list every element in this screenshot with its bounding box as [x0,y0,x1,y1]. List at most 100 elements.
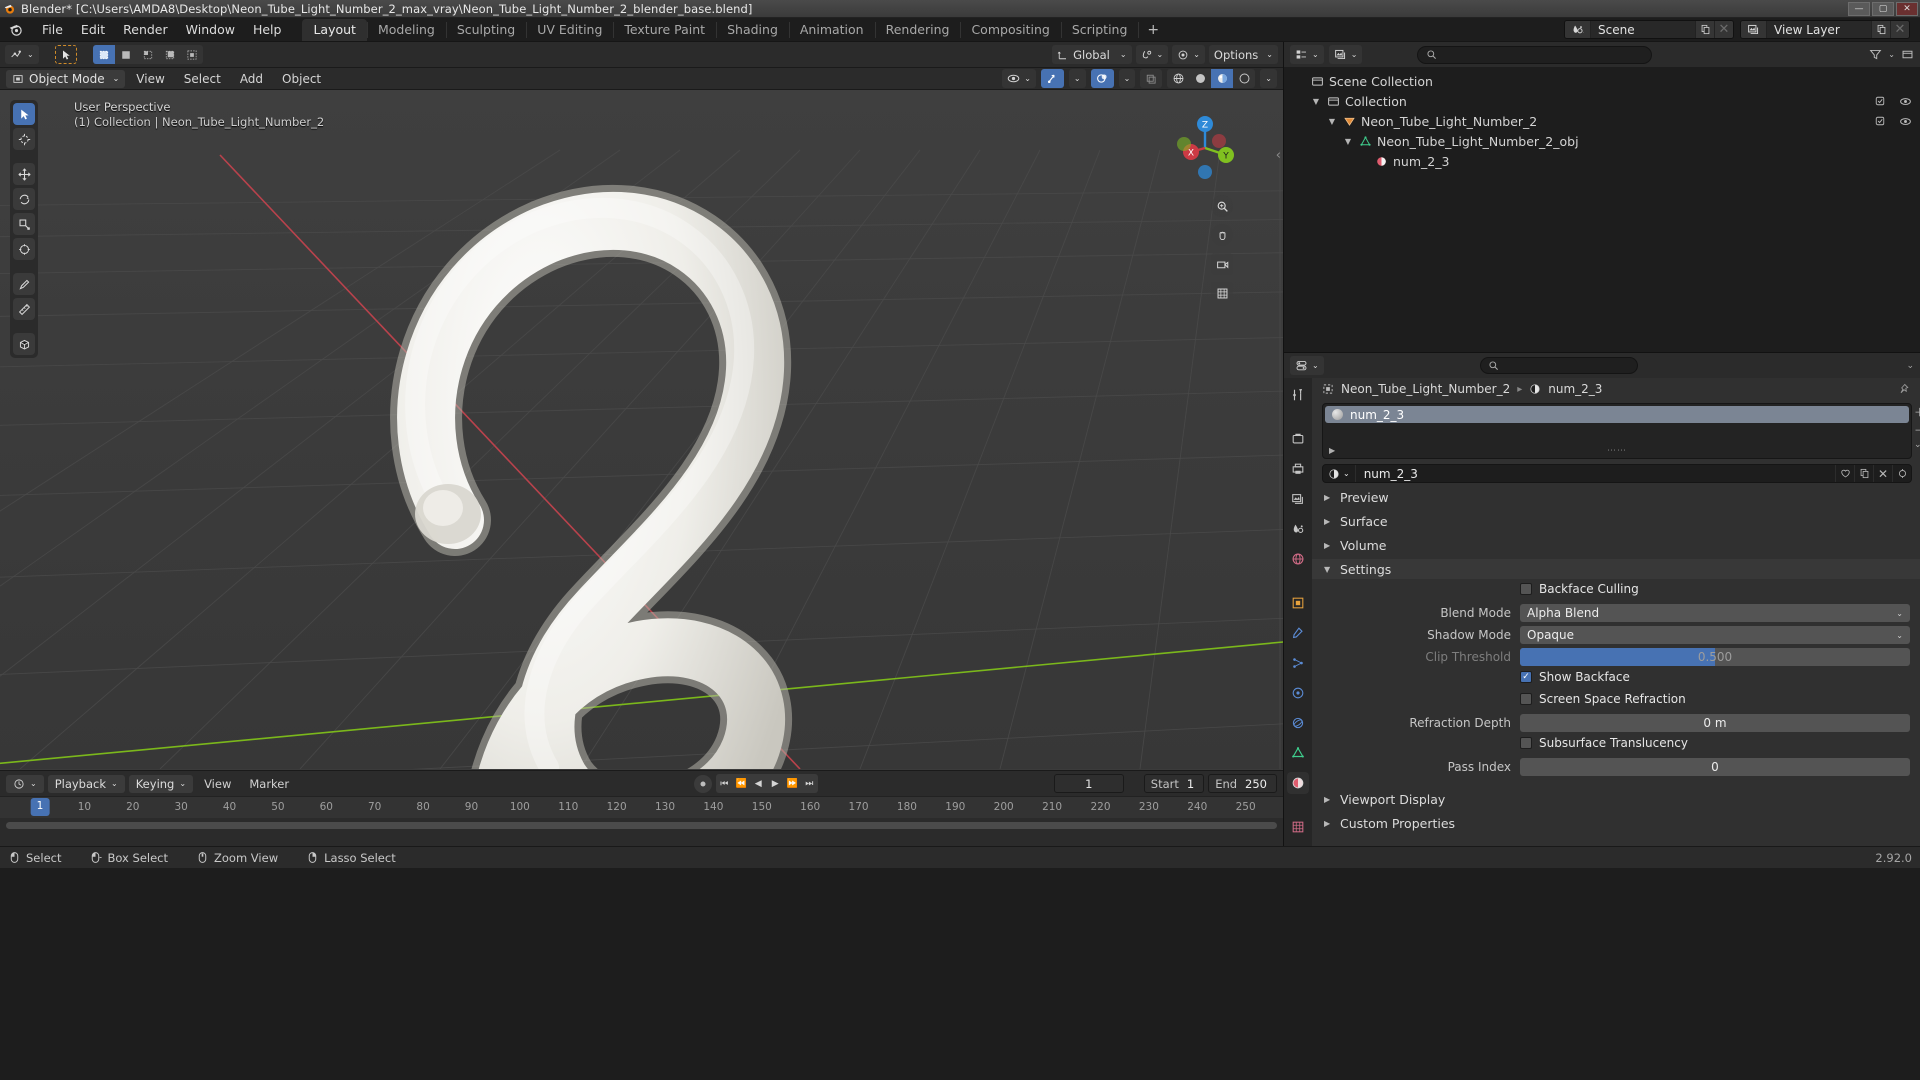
visibility-selector[interactable]: ⌄ [1002,69,1036,88]
tab-scene[interactable] [1287,518,1309,540]
timeline-editor-type-selector[interactable]: ⌄ [6,774,44,793]
show-backface-checkbox[interactable]: Show Backface [1520,670,1910,684]
transform-orientation-selector[interactable]: Global ⌄ [1052,45,1132,64]
new-view-layer-button[interactable] [1871,21,1890,38]
add-material-slot-button[interactable]: ＋ [1914,404,1920,420]
outliner-row-label[interactable]: Neon_Tube_Light_Number_2_obj [1377,134,1579,149]
tab-tool[interactable] [1287,384,1309,406]
tool-scale-icon[interactable] [13,213,35,235]
tool-cursor-icon[interactable] [13,128,35,150]
remove-view-layer-button[interactable]: ✕ [1890,21,1909,38]
viewport-menu-view[interactable]: View [128,71,172,87]
editor-type-selector[interactable]: ⌄ [5,45,39,64]
checkbox-icon[interactable] [1874,95,1886,108]
viewport-menu-select[interactable]: Select [176,71,229,87]
interaction-mode-selector[interactable]: Object Mode ⌄ [6,69,126,88]
panel-viewport-display[interactable]: ▶ Viewport Display [1312,789,1920,809]
outliner-tree[interactable]: Scene Collection ▼ Collection ▼ Neon_Tube_Li… [1284,67,1920,352]
workspace-tab-layout[interactable]: Layout [302,18,367,41]
timeline-view-menu[interactable]: View [197,776,238,792]
tool-transform-icon[interactable] [13,238,35,260]
jump-to-end-button[interactable]: ⏭ [801,774,818,793]
minimize-button[interactable]: — [1848,2,1870,16]
scene-name[interactable]: Scene [1591,23,1695,37]
remove-material-slot-button[interactable]: － [1914,422,1920,438]
tab-physics[interactable] [1287,682,1309,704]
timeline-scrollbar[interactable] [0,818,1283,832]
menu-render[interactable]: Render [114,20,177,39]
outliner-row[interactable]: ▼ Neon_Tube_Light_Number_2_obj [1284,131,1920,151]
panel-preview[interactable]: ▶ Preview [1312,487,1920,507]
zoom-view-icon[interactable] [1211,195,1233,217]
panel-surface[interactable]: ▶ Surface [1312,511,1920,531]
outliner-visibility-toggles[interactable] [1874,115,1912,128]
panel-custom-properties[interactable]: ▶ Custom Properties [1312,813,1920,833]
timeline-marker-menu[interactable]: Marker [242,776,296,792]
checkbox-box[interactable] [1520,737,1532,749]
menu-window[interactable]: Window [177,20,244,39]
gizmo-toggle[interactable] [1040,69,1064,88]
jump-to-start-button[interactable]: ⏮ [716,774,733,793]
breadcrumb-material[interactable]: num_2_3 [1548,382,1602,396]
workspace-tab-compositing[interactable]: Compositing [960,19,1060,41]
pan-view-icon[interactable] [1211,224,1233,246]
navigation-gizmo[interactable]: Z Y X [1169,112,1241,184]
workspace-tab-animation[interactable]: Animation [788,19,875,41]
resize-grip[interactable]: ⋯⋯ [1607,446,1627,456]
play-reverse-button[interactable]: ◀ [750,774,767,793]
end-frame-field[interactable]: End 250 [1208,774,1277,793]
viewport-toolbar[interactable] [10,100,38,358]
outliner-row-label[interactable]: Collection [1345,94,1407,109]
select-invert-icon[interactable] [159,45,181,64]
tab-object-data[interactable] [1287,742,1309,764]
cursor-tool-button[interactable] [54,45,77,64]
properties-editor-type-selector[interactable]: ⌄ [1290,356,1324,375]
tool-add-cube-icon[interactable] [13,333,35,355]
tab-texture[interactable] [1287,816,1309,838]
filter-icon[interactable] [1869,48,1882,61]
tab-object[interactable] [1287,592,1309,614]
properties-search-input[interactable] [1479,357,1638,374]
tool-measure-icon[interactable] [13,298,35,320]
select-intersect-icon[interactable] [181,45,203,64]
chevron-down-icon[interactable]: ▼ [1310,97,1322,106]
timeline-playhead[interactable]: 1 [30,798,50,816]
new-collection-icon[interactable] [1901,48,1914,61]
tab-output[interactable] [1287,458,1309,480]
checkbox-icon[interactable] [1874,115,1886,128]
window-controls[interactable]: — ▢ ✕ [1848,2,1918,16]
shading-mode-group[interactable] [1167,69,1256,88]
start-frame-field[interactable]: Start 1 [1143,774,1205,793]
workspace-tabs[interactable]: Layout Modeling Sculpting UV Editing Tex… [302,18,1168,41]
material-specials-menu[interactable] [1892,465,1911,482]
select-extend-icon[interactable] [115,45,137,64]
maximize-button[interactable]: ▢ [1872,2,1894,16]
outliner-display-mode-selector[interactable]: ⌄ [1328,45,1363,64]
panel-volume[interactable]: ▶ Volume [1312,535,1920,555]
breadcrumb-object[interactable]: Neon_Tube_Light_Number_2 [1341,382,1510,396]
material-slot-list[interactable]: num_2_3 ▶ ⋯⋯ ＋ － ⌄ [1322,403,1920,459]
view-layer-selector[interactable]: View Layer ✕ [1740,20,1910,39]
tool-tweak-icon[interactable] [13,103,35,125]
outliner-search-input[interactable] [1417,45,1653,64]
subsurface-translucency-checkbox[interactable]: Subsurface Translucency [1520,736,1910,750]
tool-rotate-icon[interactable] [13,188,35,210]
checkbox-box[interactable] [1520,583,1532,595]
outliner-row[interactable]: Scene Collection [1284,71,1920,91]
new-material-button[interactable] [1854,465,1873,482]
fake-user-button[interactable] [1835,465,1854,482]
checkbox-box[interactable] [1520,671,1532,683]
tab-modifiers[interactable] [1287,622,1309,644]
pass-index-field[interactable]: 0 [1520,758,1910,776]
panel-settings[interactable]: ▼ Settings [1312,559,1920,579]
workspace-tab-sculpting[interactable]: Sculpting [445,19,526,41]
material-preview-shading-icon[interactable] [1211,69,1234,88]
tab-constraints[interactable] [1287,712,1309,734]
viewport-menu-add[interactable]: Add [232,71,271,87]
proportional-edit-selector[interactable]: ⌄ [1172,45,1205,64]
viewport-nav-buttons[interactable] [1211,195,1233,304]
outliner-row[interactable]: num_2_3 [1284,151,1920,171]
workspace-tab-texture-paint[interactable]: Texture Paint [613,19,716,41]
menu-file[interactable]: File [33,20,72,39]
eye-icon[interactable] [1899,95,1912,108]
